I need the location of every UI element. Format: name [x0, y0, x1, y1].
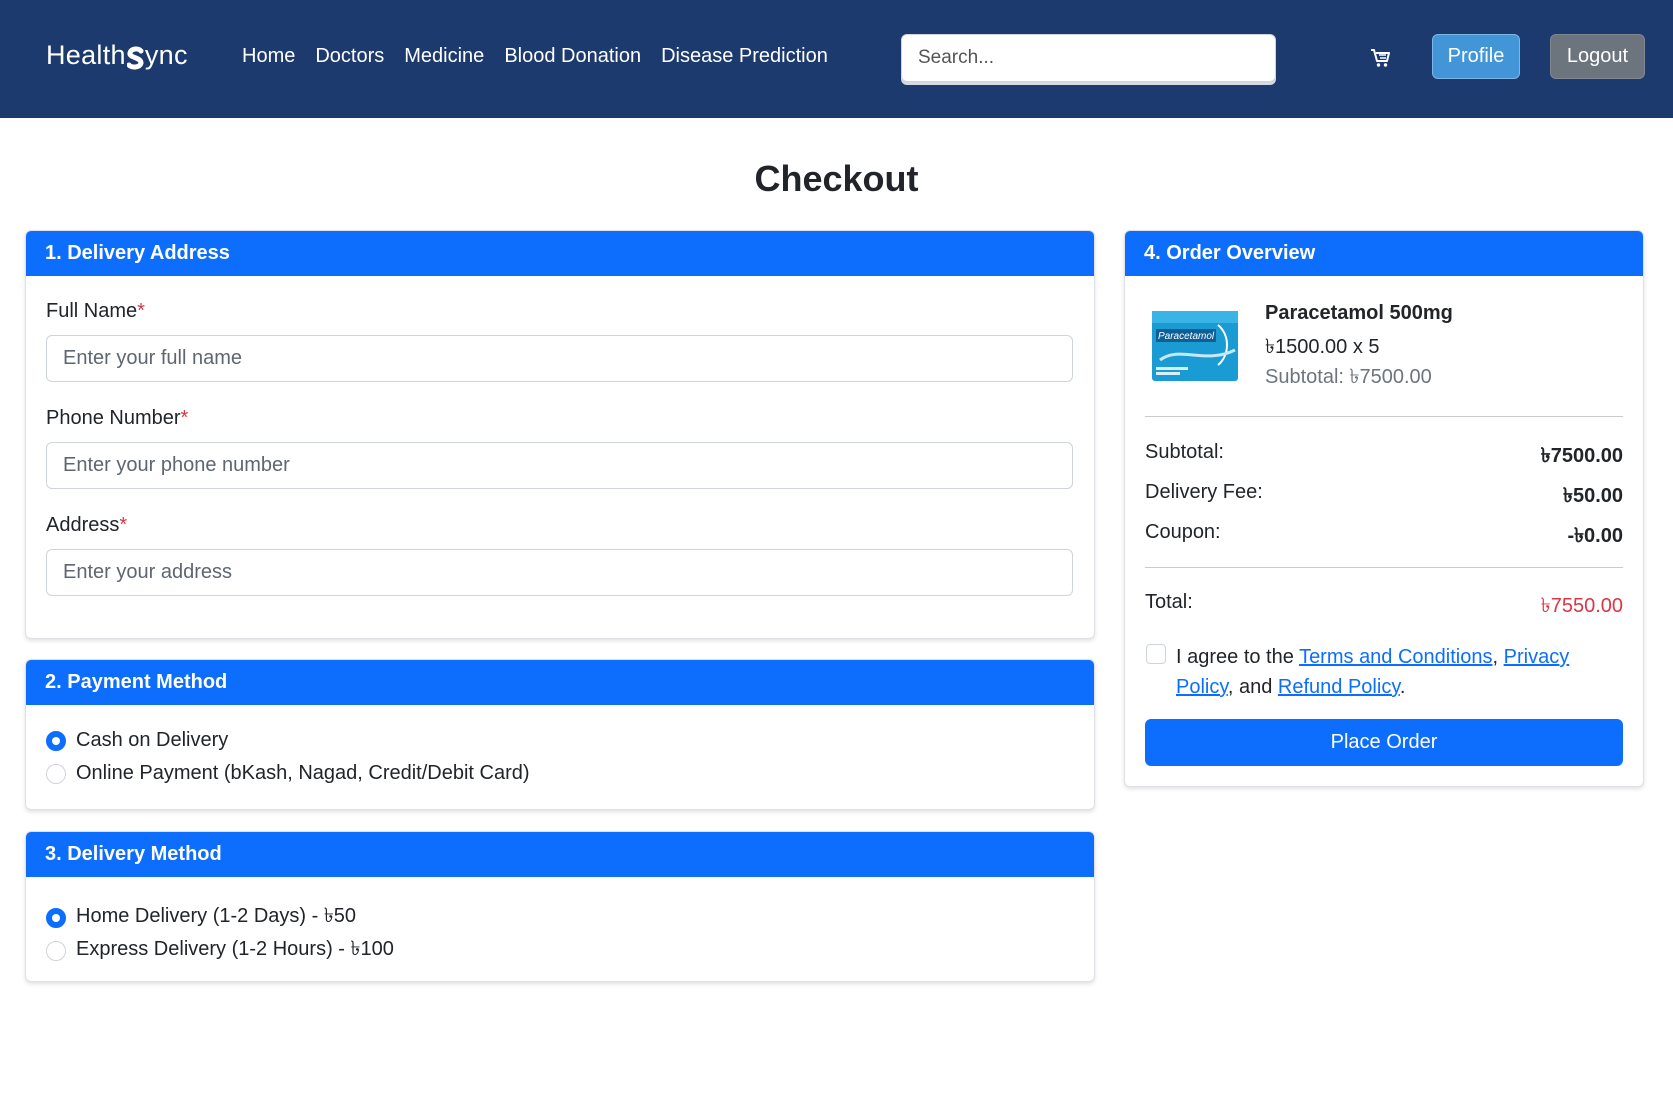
radio-checked[interactable]: [46, 730, 66, 751]
agree-prefix: I agree to the: [1176, 646, 1300, 668]
product-price: ৳1500.00 x 5: [1265, 336, 1380, 358]
delivery-fee-value: ৳50.00: [1562, 485, 1623, 507]
total-value: ৳7550.00: [1540, 595, 1623, 617]
agree-separator: , and: [1227, 676, 1278, 698]
payment-option-online[interactable]: Online Payment (bKash, Nagad, Credit/Deb…: [46, 762, 530, 785]
address-label-text: Address: [46, 514, 120, 536]
agree-checkbox[interactable]: [1146, 644, 1166, 664]
payment-option-label: Cash on Delivery: [76, 729, 229, 751]
nav-link-disease-prediction[interactable]: Disease Prediction: [661, 45, 828, 68]
payment-method-card: 2. Payment Method Cash on Delivery Onlin…: [25, 659, 1095, 810]
delivery-fee-label: Delivery Fee:: [1145, 481, 1263, 503]
required-mark: *: [180, 407, 189, 429]
payment-method-header: 2. Payment Method: [26, 660, 1094, 705]
delivery-fee-row: Delivery Fee: ৳50.00: [1145, 481, 1623, 514]
brand-logo[interactable]: Health ync: [46, 40, 188, 71]
cart-icon[interactable]: [1370, 48, 1392, 68]
order-overview-card: 4. Order Overview Paracetamol Paracetamo…: [1124, 230, 1644, 787]
brand-s-mark-icon: [126, 45, 144, 70]
delivery-option-label: Express Delivery (1-2 Hours) - ৳100: [76, 938, 394, 960]
page-title: Checkout: [754, 158, 919, 199]
divider: [1145, 567, 1623, 568]
required-mark: *: [137, 300, 145, 322]
radio-unchecked[interactable]: [46, 940, 66, 961]
delivery-option-home[interactable]: Home Delivery (1-2 Days) - ৳50: [46, 901, 356, 934]
full-name-label-text: Full Name: [46, 300, 138, 322]
required-mark: *: [119, 514, 128, 536]
payment-option-cod[interactable]: Cash on Delivery: [46, 729, 228, 752]
coupon-row: Coupon: -৳0.00: [1145, 521, 1623, 554]
top-navbar: Health ync Home Doctors Medicine Blood D…: [0, 0, 1673, 118]
divider: [1145, 416, 1623, 417]
agree-text: I agree to the Terms and Conditions, Pri…: [1176, 642, 1626, 702]
delivery-address-header: 1. Delivery Address: [26, 231, 1094, 276]
total-row: Total: ৳7550.00: [1145, 591, 1623, 624]
total-label: Total:: [1145, 591, 1193, 613]
product-name: Paracetamol 500mg: [1265, 302, 1453, 324]
refund-policy-link[interactable]: Refund Policy: [1278, 676, 1400, 698]
phone-number-label-text: Phone Number: [46, 407, 181, 429]
coupon-label: Coupon:: [1145, 521, 1221, 543]
brand-prefix: Health: [46, 40, 126, 70]
brand-suffix: ync: [144, 40, 188, 70]
delivery-address-card: 1. Delivery Address Full Name* Phone Num…: [25, 230, 1095, 639]
delivery-option-express[interactable]: Express Delivery (1-2 Hours) - ৳100: [46, 934, 394, 967]
agree-separator: ,: [1492, 646, 1504, 668]
logout-button[interactable]: Logout: [1550, 34, 1645, 79]
search-input[interactable]: [901, 34, 1276, 82]
order-overview-header: 4. Order Overview: [1125, 231, 1643, 276]
product-subtotal: Subtotal: ৳7500.00: [1265, 366, 1432, 388]
subtotal-row: Subtotal: ৳7500.00: [1145, 441, 1623, 474]
nav-link-doctors[interactable]: Doctors: [315, 45, 384, 68]
nav-link-medicine[interactable]: Medicine: [404, 45, 484, 68]
terms-link[interactable]: Terms and Conditions: [1299, 646, 1492, 668]
product-image: Paracetamol: [1150, 305, 1240, 387]
profile-button[interactable]: Profile: [1432, 34, 1520, 79]
coupon-value: -৳0.00: [1567, 525, 1623, 547]
phone-number-field[interactable]: [46, 442, 1073, 489]
product-image-text: Paracetamol: [1158, 331, 1215, 342]
delivery-method-card: 3. Delivery Method Home Delivery (1-2 Da…: [25, 831, 1095, 982]
subtotal-label: Subtotal:: [1145, 441, 1224, 463]
radio-checked[interactable]: [46, 907, 66, 928]
nav-links: Home Doctors Medicine Blood Donation Dis…: [242, 45, 828, 68]
address-field[interactable]: [46, 549, 1073, 596]
place-order-button[interactable]: Place Order: [1145, 719, 1623, 766]
radio-unchecked[interactable]: [46, 763, 66, 784]
delivery-method-header: 3. Delivery Method: [26, 832, 1094, 877]
subtotal-value: ৳7500.00: [1540, 445, 1623, 467]
phone-number-label: Phone Number*: [46, 407, 188, 430]
payment-option-label: Online Payment (bKash, Nagad, Credit/Deb…: [76, 762, 530, 784]
full-name-field[interactable]: [46, 335, 1073, 382]
full-name-label: Full Name*: [46, 300, 145, 323]
nav-link-home[interactable]: Home: [242, 45, 295, 68]
agree-period: .: [1399, 676, 1406, 698]
delivery-option-label: Home Delivery (1-2 Days) - ৳50: [76, 905, 357, 927]
nav-link-blood-donation[interactable]: Blood Donation: [504, 45, 641, 68]
address-label: Address*: [46, 514, 127, 537]
